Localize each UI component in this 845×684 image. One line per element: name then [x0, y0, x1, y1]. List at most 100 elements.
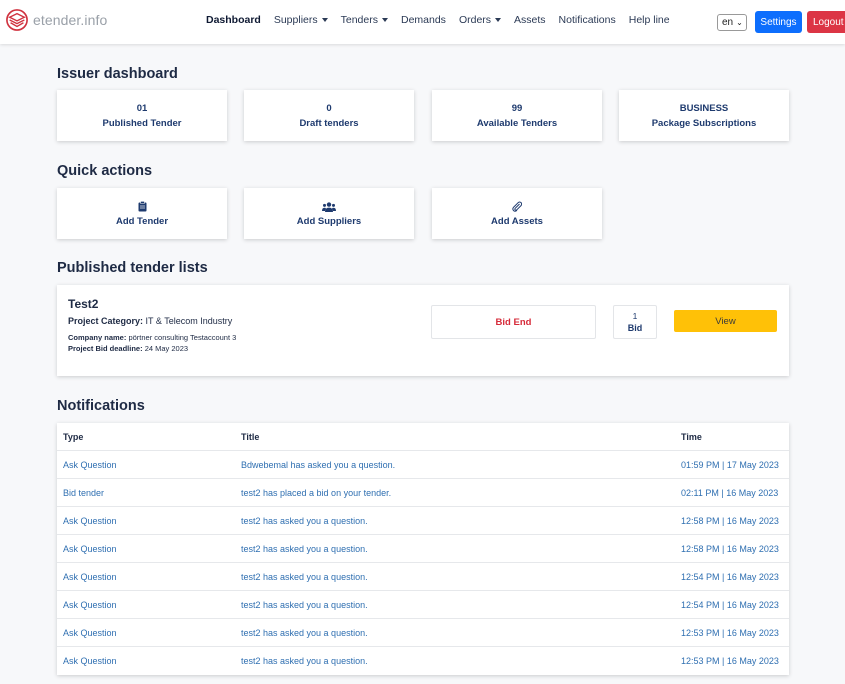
- nav-dashboard-label: Dashboard: [206, 14, 261, 26]
- language-select[interactable]: en ⌄: [717, 14, 747, 31]
- language-value: en: [722, 17, 734, 28]
- nav-tenders-label: Tenders: [340, 14, 378, 26]
- logo-icon: [6, 9, 28, 31]
- chevron-down-icon: ⌄: [736, 18, 743, 27]
- view-tender-button[interactable]: View: [674, 310, 777, 332]
- notification-time: 12:53 PM | 16 May 2023: [681, 628, 779, 638]
- tender-name: Test2: [68, 297, 99, 311]
- paperclip-icon: [512, 201, 522, 213]
- stat-card-available[interactable]: 99 Available Tenders: [432, 90, 602, 141]
- nav-help-line[interactable]: Help line: [629, 14, 670, 26]
- caret-down-icon: [321, 18, 328, 22]
- add-assets-button[interactable]: Add Assets: [432, 188, 602, 239]
- table-row[interactable]: Bid tender test2 has placed a bid on you…: [57, 479, 789, 507]
- top-navbar: etender.info Dashboard Suppliers Tenders…: [0, 0, 845, 44]
- clipboard-icon: [138, 201, 147, 213]
- nav-orders[interactable]: Orders: [458, 14, 502, 26]
- stat-card-drafts[interactable]: 0 Draft tenders: [244, 90, 414, 141]
- table-header-row: Type Title Time: [57, 423, 789, 451]
- settings-button[interactable]: Settings: [755, 11, 802, 33]
- header-type: Type: [63, 432, 84, 442]
- table-row[interactable]: Ask Question test2 has asked you a quest…: [57, 507, 789, 535]
- nav-help-line-label: Help line: [628, 14, 670, 26]
- add-suppliers-label: Add Suppliers: [296, 215, 362, 227]
- company-value: pörtner consulting Testaccount 3: [128, 333, 237, 342]
- nav-orders-label: Orders: [458, 14, 492, 26]
- nav-suppliers-label: Suppliers: [273, 14, 318, 26]
- notification-time: 01:59 PM | 17 May 2023: [681, 460, 779, 470]
- caret-down-icon: [381, 18, 388, 22]
- nav-suppliers[interactable]: Suppliers: [274, 14, 328, 26]
- notification-type[interactable]: Ask Question: [63, 544, 117, 554]
- notifications-title: Notifications: [57, 398, 145, 414]
- stat-value: 0: [326, 102, 332, 114]
- notification-type[interactable]: Ask Question: [63, 460, 117, 470]
- notification-time: 12:58 PM | 16 May 2023: [681, 516, 779, 526]
- notification-type[interactable]: Ask Question: [63, 516, 117, 526]
- bid-count-value: 1: [632, 311, 638, 321]
- category-label: Project Category:: [68, 316, 144, 326]
- nav-assets-label: Assets: [514, 14, 546, 26]
- notification-title[interactable]: test2 has asked you a question.: [241, 628, 368, 638]
- notification-title[interactable]: test2 has asked you a question.: [241, 516, 368, 526]
- notification-title[interactable]: test2 has asked you a question.: [241, 656, 368, 666]
- caret-down-icon: [495, 18, 502, 22]
- tender-card: Test2 Project Category: IT & Telecom Ind…: [57, 285, 789, 376]
- notification-title[interactable]: Bdwebemal has asked you a question.: [241, 460, 395, 470]
- notification-type[interactable]: Ask Question: [63, 656, 117, 666]
- table-row[interactable]: Ask Question test2 has asked you a quest…: [57, 563, 789, 591]
- notification-title[interactable]: test2 has asked you a question.: [241, 600, 368, 610]
- notification-title[interactable]: test2 has placed a bid on your tender.: [241, 488, 391, 498]
- main-nav: Dashboard Suppliers Tenders Demands Orde…: [206, 14, 683, 26]
- add-assets-label: Add Assets: [491, 215, 543, 227]
- add-suppliers-button[interactable]: Add Suppliers: [244, 188, 414, 239]
- notification-time: 12:58 PM | 16 May 2023: [681, 544, 779, 554]
- tender-deadline: Project Bid deadline: 24 May 2023: [68, 344, 188, 353]
- table-row[interactable]: Ask Question Bdwebemal has asked you a q…: [57, 451, 789, 479]
- notification-type[interactable]: Ask Question: [63, 572, 117, 582]
- nav-assets[interactable]: Assets: [514, 14, 546, 26]
- nav-notifications-label: Notifications: [558, 14, 616, 26]
- notification-type[interactable]: Ask Question: [63, 600, 117, 610]
- stat-label: Available Tenders: [476, 117, 558, 129]
- notification-title[interactable]: test2 has asked you a question.: [241, 572, 368, 582]
- stat-value: 01: [136, 102, 148, 114]
- stat-card-published[interactable]: 01 Published Tender: [57, 90, 227, 141]
- nav-demands-label: Demands: [400, 14, 446, 26]
- deadline-value: 24 May 2023: [144, 344, 189, 353]
- tender-category: Project Category: IT & Telecom Industry: [68, 316, 232, 326]
- stat-label: Published Tender: [102, 117, 182, 129]
- table-row[interactable]: Ask Question test2 has asked you a quest…: [57, 591, 789, 619]
- table-row[interactable]: Ask Question test2 has asked you a quest…: [57, 647, 789, 675]
- table-row[interactable]: Ask Question test2 has asked you a quest…: [57, 535, 789, 563]
- table-row[interactable]: Ask Question test2 has asked you a quest…: [57, 619, 789, 647]
- quick-actions-title: Quick actions: [57, 163, 153, 179]
- logout-button[interactable]: Logout: [807, 11, 845, 33]
- company-label: Company name:: [68, 333, 127, 342]
- nav-notifications[interactable]: Notifications: [559, 14, 616, 26]
- bid-count-label: Bid: [627, 323, 643, 333]
- brand[interactable]: etender.info: [6, 9, 107, 31]
- header-time: Time: [681, 432, 702, 442]
- nav-tenders[interactable]: Tenders: [341, 14, 388, 26]
- nav-demands[interactable]: Demands: [401, 14, 446, 26]
- notification-title[interactable]: test2 has asked you a question.: [241, 544, 368, 554]
- bid-status-badge: Bid End: [431, 305, 596, 339]
- notification-time: 12:53 PM | 16 May 2023: [681, 656, 779, 666]
- stat-value: 99: [511, 102, 523, 114]
- tender-company: Company name: pörtner consulting Testacc…: [68, 333, 236, 342]
- category-value: IT & Telecom Industry: [145, 316, 233, 326]
- notifications-table: Type Title Time Ask Question Bdwebemal h…: [57, 423, 789, 675]
- deadline-label: Project Bid deadline:: [68, 344, 143, 353]
- add-tender-button[interactable]: Add Tender: [57, 188, 227, 239]
- bid-count-box: 1 Bid: [613, 305, 657, 339]
- stat-card-subscription[interactable]: BUSINESS Package Subscriptions: [619, 90, 789, 141]
- published-tenders-title: Published tender lists: [57, 260, 208, 276]
- notification-type[interactable]: Bid tender: [63, 488, 104, 498]
- stat-value: BUSINESS: [679, 102, 729, 114]
- notification-time: 02:11 PM | 16 May 2023: [681, 488, 779, 498]
- notification-type[interactable]: Ask Question: [63, 628, 117, 638]
- stat-label: Draft tenders: [299, 117, 359, 129]
- notification-time: 12:54 PM | 16 May 2023: [681, 600, 779, 610]
- nav-dashboard[interactable]: Dashboard: [206, 14, 261, 26]
